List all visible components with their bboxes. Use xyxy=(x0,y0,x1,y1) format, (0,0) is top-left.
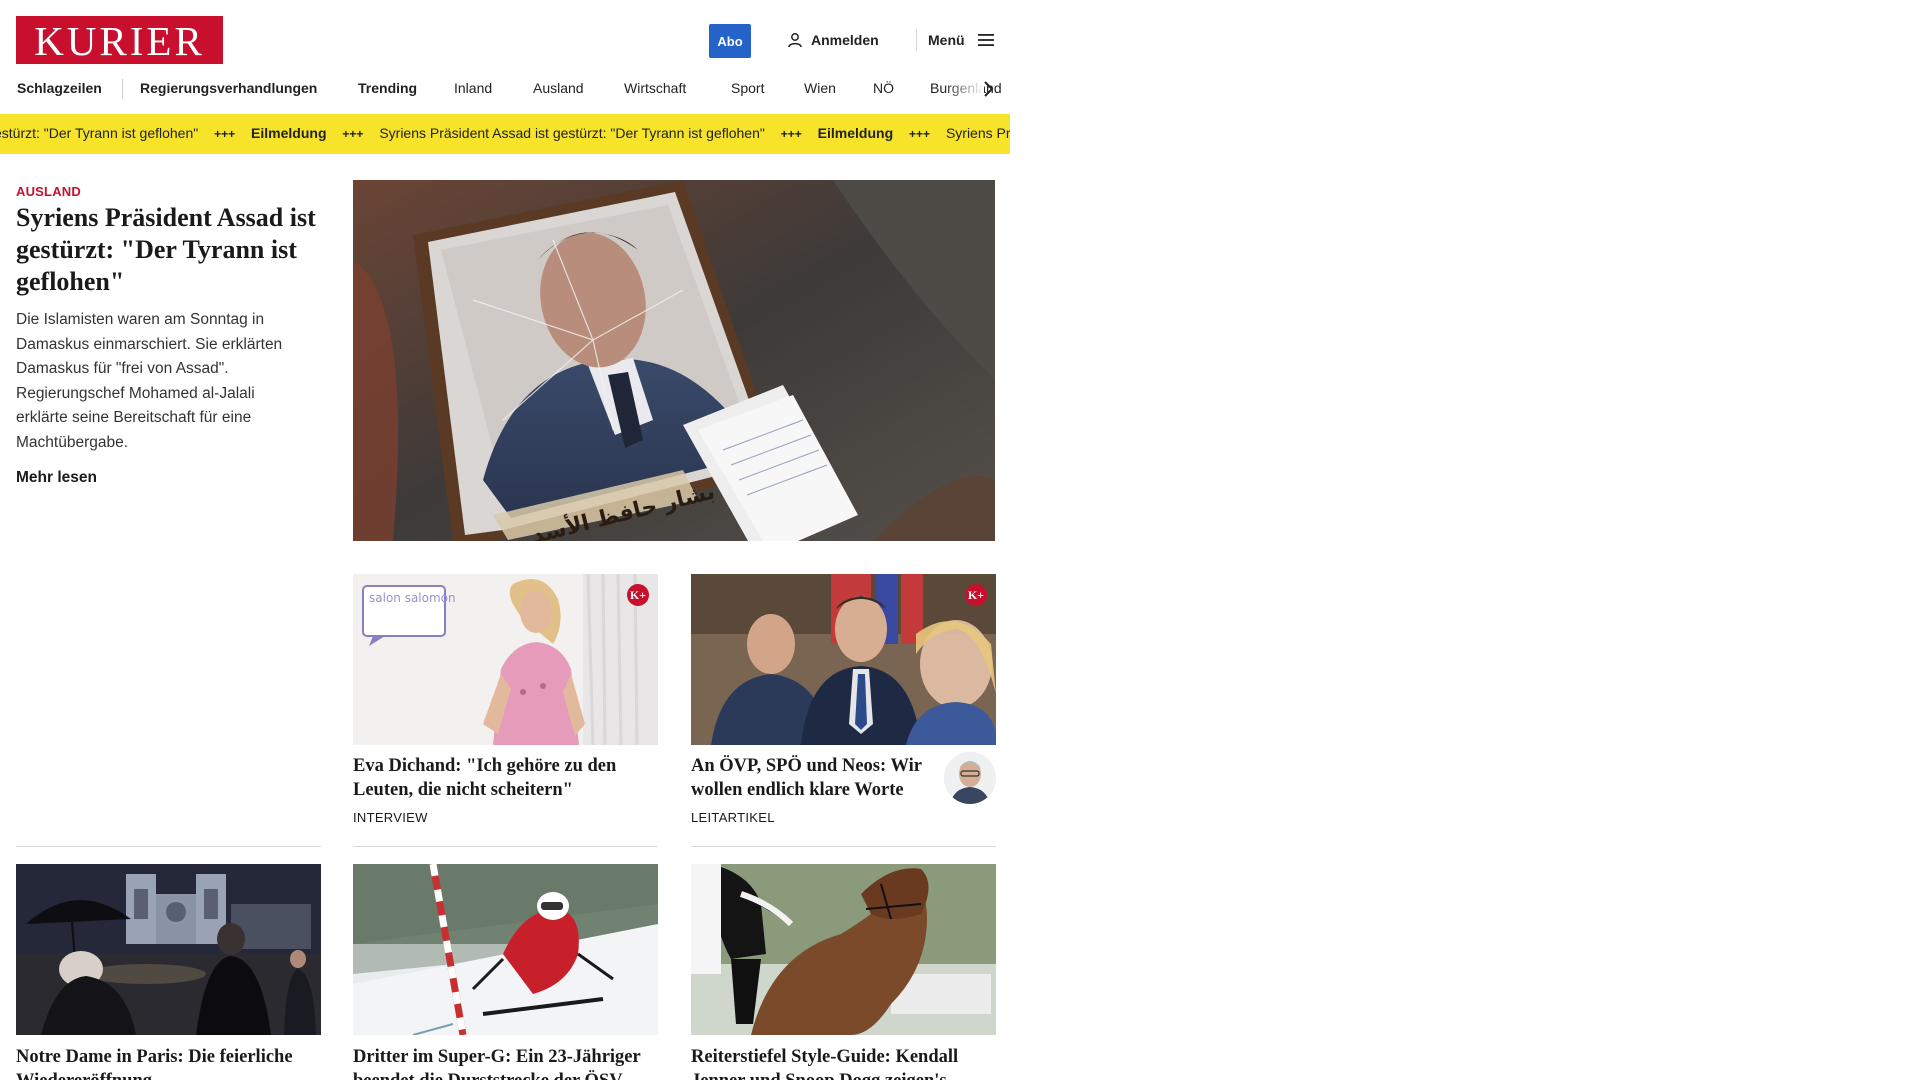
ticker-separator: +++ xyxy=(342,127,364,141)
page: KURIER Abo Anmelden Menü Schlagzeilen Re… xyxy=(0,0,1010,1080)
card-title[interactable]: An ÖVP, SPÖ und Neos: Wir wollen endlich… xyxy=(691,754,936,802)
nav-item-ausland[interactable]: Ausland xyxy=(533,80,584,96)
ski-racer-photo xyxy=(353,864,658,1035)
nav-item-inland[interactable]: Inland xyxy=(454,80,492,96)
framed-portrait-photo: بشار حافظ الأسد xyxy=(353,180,995,541)
card-image[interactable]: salon salomon xyxy=(353,574,658,745)
lead-teaser: Die Islamisten waren am Sonntag in Damas… xyxy=(16,311,283,451)
card-title[interactable]: Notre Dame in Paris: Die feierliche Wied… xyxy=(16,1045,316,1080)
card-title[interactable]: Reiterstiefel Style-Guide: Kendall Jenne… xyxy=(691,1045,996,1080)
card-title[interactable]: Dritter im Super-G: Ein 23-Jähriger been… xyxy=(353,1045,658,1080)
politicians-photo xyxy=(691,574,996,745)
premium-badge: K+ xyxy=(627,584,649,606)
row-divider xyxy=(353,846,658,847)
card-category[interactable]: LEITARTIKEL xyxy=(691,810,775,825)
kurier-logo[interactable]: KURIER xyxy=(16,16,223,64)
login-label: Anmelden xyxy=(811,32,879,48)
ticker-flash-label: Eilmeldung xyxy=(817,125,894,141)
card-category[interactable]: INTERVIEW xyxy=(353,810,428,825)
ticker-headline: estürzt: "Der Tyrann ist geflohen" xyxy=(0,125,199,141)
nav-item-wien[interactable]: Wien xyxy=(804,80,836,96)
lead-image[interactable]: بشار حافظ الأسد xyxy=(353,180,995,541)
row-divider xyxy=(16,846,321,847)
card-image[interactable] xyxy=(16,864,321,1035)
breaking-news-ticker[interactable]: estürzt: "Der Tyrann ist geflohen" +++ E… xyxy=(0,114,1010,154)
nav-item-trending[interactable]: Trending xyxy=(358,80,417,96)
nav-item-wirtschaft[interactable]: Wirtschaft xyxy=(624,80,686,96)
ticker-separator: +++ xyxy=(909,127,931,141)
ticker-headline: Syriens Präsident A xyxy=(945,125,1010,141)
user-icon xyxy=(788,33,802,48)
notre-dame-photo xyxy=(16,864,321,1035)
nav-item-noe[interactable]: NÖ xyxy=(873,80,894,96)
ticker-headline: Syriens Präsident Assad ist gestürzt: "D… xyxy=(379,125,765,141)
header-divider xyxy=(916,29,917,51)
card-image[interactable] xyxy=(691,574,996,745)
nav-item-regierungsverhandlungen[interactable]: Regierungsverhandlungen xyxy=(140,80,317,96)
lead-kicker[interactable]: AUSLAND xyxy=(16,184,81,199)
ticker-track: estürzt: "Der Tyrann ist geflohen" +++ E… xyxy=(0,125,1010,141)
card-image[interactable] xyxy=(691,864,996,1035)
dressage-horse-photo xyxy=(691,864,996,1035)
nav-item-sport[interactable]: Sport xyxy=(731,80,764,96)
login-button[interactable]: Anmelden xyxy=(787,30,879,50)
card-title[interactable]: Eva Dichand: "Ich gehöre zu den Leuten, … xyxy=(353,754,653,802)
ticker-separator: +++ xyxy=(214,127,236,141)
overlay-text: salon salomon xyxy=(369,591,456,605)
portrait-photo: salon salomon xyxy=(353,574,658,745)
ticker-flash-label: Eilmeldung xyxy=(251,125,327,141)
chevron-right-icon[interactable] xyxy=(978,79,998,99)
ticker-separator: +++ xyxy=(780,127,802,141)
author-avatar xyxy=(944,752,996,804)
menu-button[interactable]: Menü xyxy=(928,30,995,50)
hamburger-icon xyxy=(977,34,994,46)
menu-label: Menü xyxy=(928,32,965,48)
abo-button[interactable]: Abo xyxy=(709,24,751,58)
row-divider xyxy=(691,846,996,847)
premium-badge: K+ xyxy=(965,584,987,606)
read-more-link[interactable]: Mehr lesen xyxy=(16,469,97,487)
nav-item-schlagzeilen[interactable]: Schlagzeilen xyxy=(17,80,102,96)
main-navigation: Schlagzeilen Regierungsverhandlungen Tre… xyxy=(0,76,1010,102)
nav-divider xyxy=(122,79,123,99)
lead-title[interactable]: Syriens Präsident Assad ist gestürzt: "D… xyxy=(16,202,316,298)
card-image[interactable] xyxy=(353,864,658,1035)
